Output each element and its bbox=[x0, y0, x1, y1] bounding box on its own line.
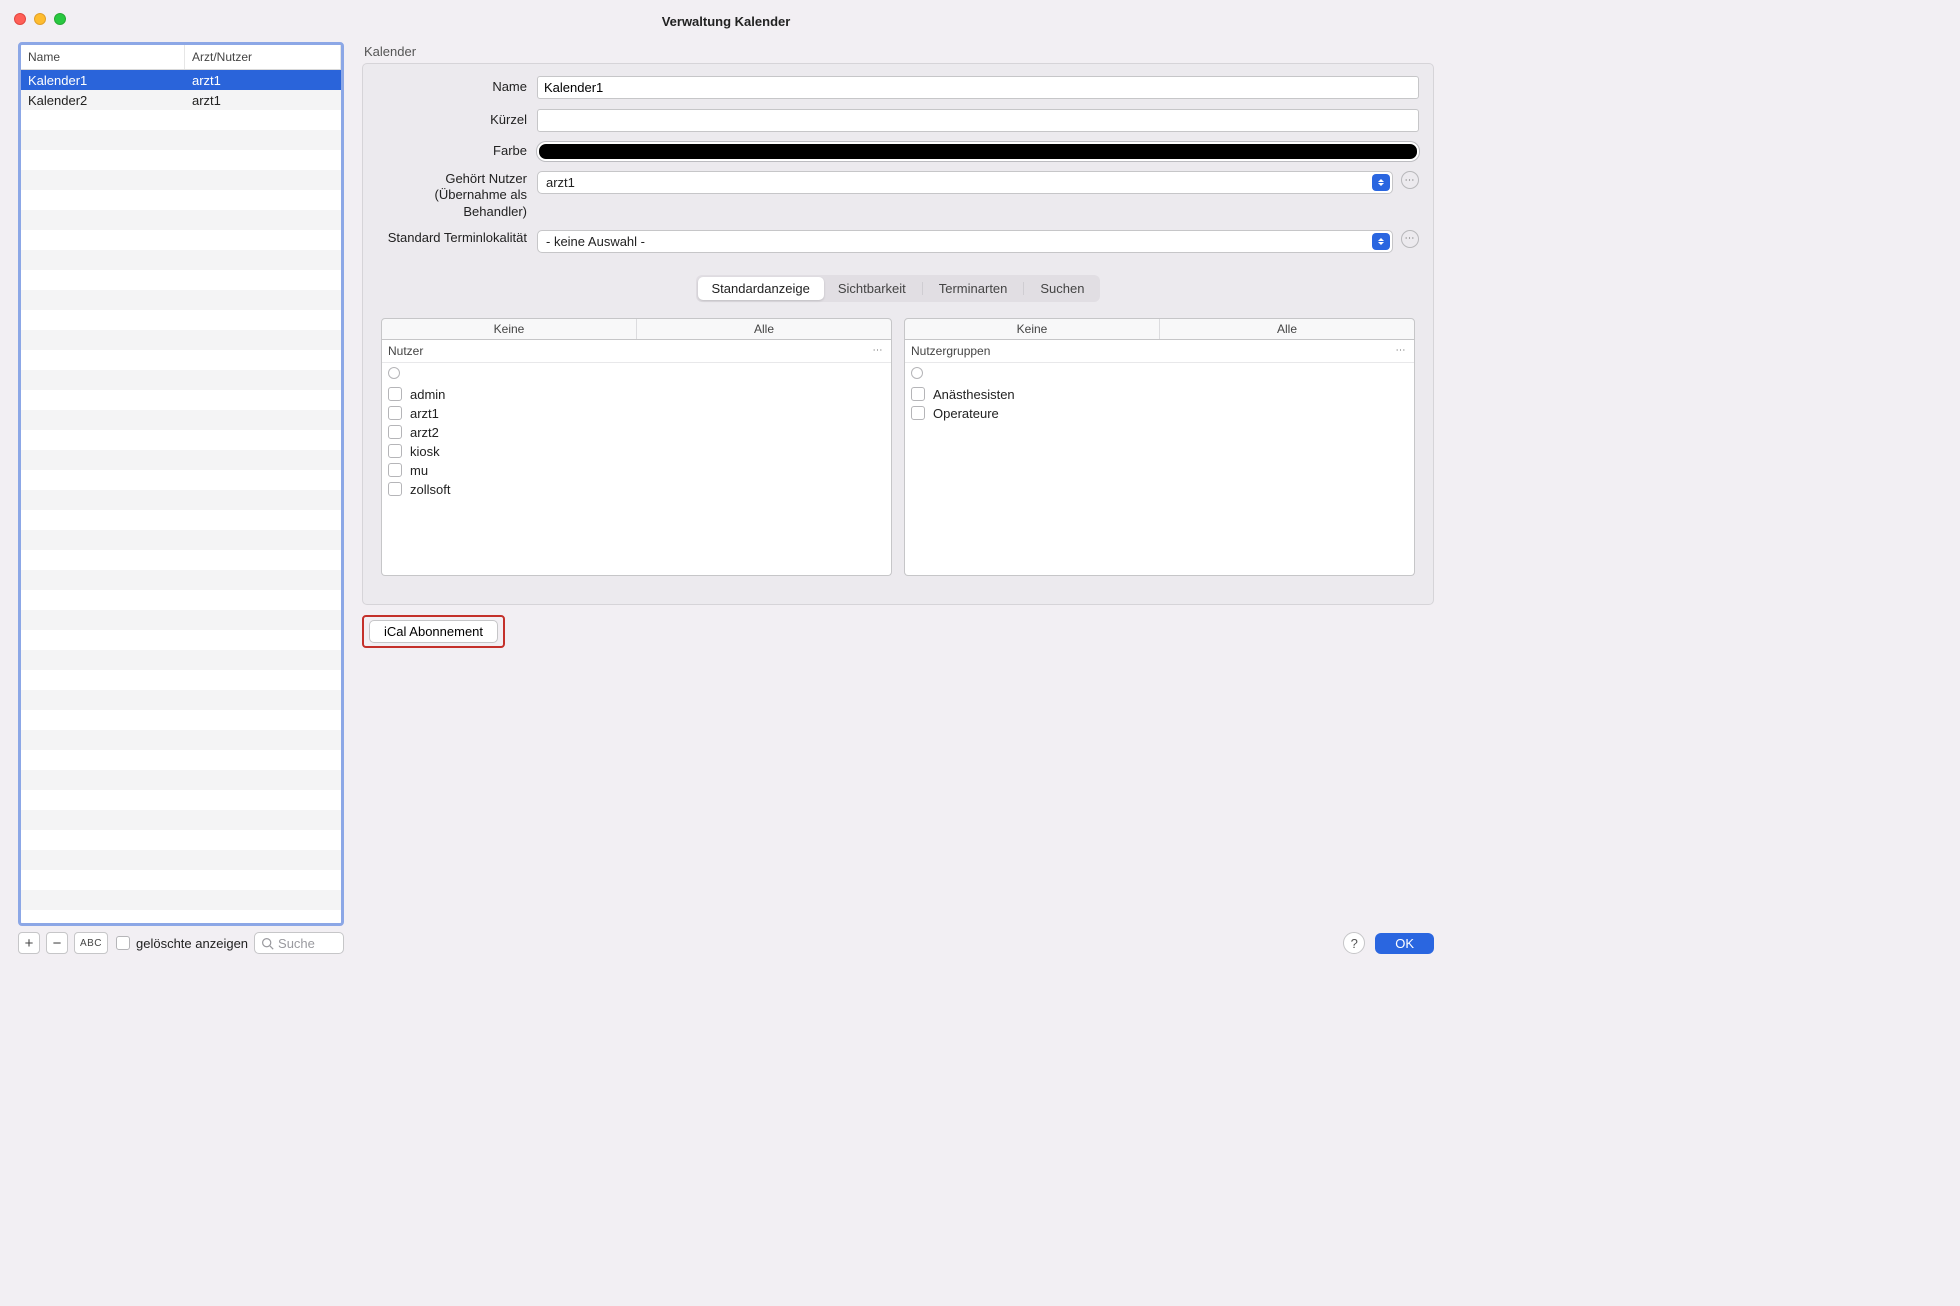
list-item[interactable]: arzt1 bbox=[388, 406, 885, 421]
short-input[interactable] bbox=[537, 109, 1419, 132]
short-label: Kürzel bbox=[377, 112, 537, 128]
groups-panel: Keine Alle Nutzergruppen ⋯ Anästhesisten… bbox=[904, 318, 1415, 576]
owner-label: Gehört Nutzer (Übernahme als Behandler) bbox=[377, 171, 537, 220]
search-icon bbox=[261, 937, 274, 950]
list-item[interactable]: arzt2 bbox=[388, 425, 885, 440]
checkbox[interactable] bbox=[388, 387, 402, 401]
ical-highlight: iCal Abonnement bbox=[362, 615, 505, 648]
titlebar: Verwaltung Kalender bbox=[0, 0, 1452, 42]
checkbox[interactable] bbox=[388, 463, 402, 477]
add-button[interactable]: + bbox=[18, 932, 40, 954]
checkbox[interactable] bbox=[388, 425, 402, 439]
more-icon[interactable]: ⋯ bbox=[869, 342, 887, 360]
list-item[interactable]: kiosk bbox=[388, 444, 885, 459]
more-icon[interactable]: ⋯ bbox=[1401, 171, 1419, 189]
traffic-lights bbox=[14, 13, 66, 25]
users-title: Nutzer bbox=[388, 344, 423, 358]
radio[interactable] bbox=[388, 367, 400, 379]
remove-button[interactable]: − bbox=[46, 932, 68, 954]
checkbox[interactable] bbox=[388, 482, 402, 496]
list-item[interactable]: Kalender2 arzt1 bbox=[21, 90, 341, 110]
abc-button[interactable]: ABC bbox=[74, 932, 108, 954]
checkbox[interactable] bbox=[911, 387, 925, 401]
close-icon[interactable] bbox=[14, 13, 26, 25]
tab-bar: Standardanzeige Sichtbarkeit Terminarten… bbox=[696, 275, 1101, 302]
list-item[interactable]: mu bbox=[388, 463, 885, 478]
group-label: Kalender bbox=[364, 44, 1434, 59]
ok-button[interactable]: OK bbox=[1375, 933, 1434, 954]
show-deleted-label: gelöschte anzeigen bbox=[136, 936, 248, 951]
all-button[interactable]: Alle bbox=[1160, 319, 1414, 339]
locality-select[interactable]: - keine Auswahl - bbox=[537, 230, 1393, 253]
locality-label: Standard Terminlokalität bbox=[377, 230, 537, 246]
checkbox[interactable] bbox=[911, 406, 925, 420]
chevron-updown-icon bbox=[1372, 174, 1390, 191]
list-item[interactable]: admin bbox=[388, 387, 885, 402]
list-item[interactable]: Anästhesisten bbox=[911, 387, 1408, 402]
more-icon[interactable]: ⋯ bbox=[1392, 342, 1410, 360]
users-panel: Keine Alle Nutzer ⋯ admin arzt1 arzt2 bbox=[381, 318, 892, 576]
owner-select[interactable]: arzt1 bbox=[537, 171, 1393, 194]
window-title: Verwaltung Kalender bbox=[662, 14, 791, 29]
all-button[interactable]: Alle bbox=[637, 319, 891, 339]
checkbox[interactable] bbox=[388, 406, 402, 420]
none-button[interactable]: Keine bbox=[905, 319, 1160, 339]
tab-standard[interactable]: Standardanzeige bbox=[698, 277, 824, 300]
help-button[interactable]: ? bbox=[1343, 932, 1365, 954]
none-button[interactable]: Keine bbox=[382, 319, 637, 339]
search-input[interactable]: Suche bbox=[254, 932, 344, 954]
more-icon[interactable]: ⋯ bbox=[1401, 230, 1419, 248]
radio[interactable] bbox=[911, 367, 923, 379]
list-item[interactable]: zollsoft bbox=[388, 482, 885, 497]
checkbox[interactable] bbox=[388, 444, 402, 458]
zoom-icon[interactable] bbox=[54, 13, 66, 25]
color-label: Farbe bbox=[377, 143, 537, 159]
chevron-updown-icon bbox=[1372, 233, 1390, 250]
name-label: Name bbox=[377, 79, 537, 95]
tab-visibility[interactable]: Sichtbarkeit bbox=[824, 277, 920, 300]
name-input[interactable] bbox=[537, 76, 1419, 99]
col-name[interactable]: Name bbox=[21, 45, 185, 69]
show-deleted-checkbox[interactable] bbox=[116, 936, 130, 950]
list-item[interactable]: Operateure bbox=[911, 406, 1408, 421]
color-picker[interactable] bbox=[537, 142, 1419, 161]
groups-title: Nutzergruppen bbox=[911, 344, 990, 358]
list-header: Name Arzt/Nutzer bbox=[21, 45, 341, 70]
details-panel: Name Kürzel Farbe Gehört Nutzer (Übernah… bbox=[362, 63, 1434, 605]
col-user[interactable]: Arzt/Nutzer bbox=[185, 45, 341, 69]
ical-button[interactable]: iCal Abonnement bbox=[369, 620, 498, 643]
tab-types[interactable]: Terminarten bbox=[925, 277, 1022, 300]
tab-search[interactable]: Suchen bbox=[1026, 277, 1098, 300]
calendar-list[interactable]: Name Arzt/Nutzer Kalender1 arzt1 Kalende… bbox=[18, 42, 344, 926]
minimize-icon[interactable] bbox=[34, 13, 46, 25]
list-item[interactable]: Kalender1 arzt1 bbox=[21, 70, 341, 90]
